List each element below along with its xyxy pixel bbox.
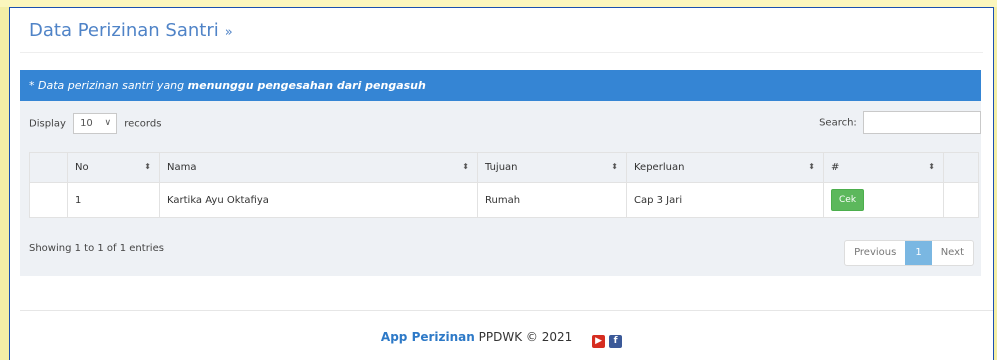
sort-icon: ⬍ [928, 162, 935, 171]
title-divider [20, 52, 983, 53]
column-header-nama[interactable]: Nama ⬍ [159, 152, 478, 183]
cell-tujuan: Rumah [477, 182, 627, 218]
sort-icon: ⬍ [611, 162, 618, 171]
cell-blank-end [943, 182, 979, 218]
column-label: # [831, 162, 840, 173]
table-header-row: No ⬍ Nama ⬍ Tujuan ⬍ Keperluan ⬍ # ⬍ [29, 152, 979, 183]
cek-button[interactable]: Cek [831, 189, 865, 211]
sort-icon: ⬍ [144, 162, 151, 171]
next-button[interactable]: Next [932, 241, 973, 265]
sort-icon: ⬍ [808, 162, 815, 171]
main-panel: Data Perizinan Santri » * Data perizinan … [9, 7, 994, 360]
column-label: Nama [167, 162, 197, 173]
youtube-icon[interactable]: ▶ [592, 335, 606, 348]
cell-keperluan: Cap 3 Jari [626, 182, 824, 218]
search-control: Search: [819, 111, 981, 134]
column-label: Tujuan [485, 162, 518, 173]
entries-info: Showing 1 to 1 of 1 entries [29, 243, 164, 254]
footer-app-link[interactable]: App Perizinan [381, 330, 475, 344]
permit-box: * Data perizinan santri yang menunggu pe… [20, 70, 981, 276]
search-label: Search: [819, 117, 857, 129]
background-band [0, 0, 997, 7]
column-header-blank-end [943, 152, 979, 183]
column-header-action[interactable]: # ⬍ [823, 152, 944, 183]
page-title-text: Data Perizinan Santri [29, 20, 219, 41]
records-label: records [124, 118, 162, 130]
chevron-down-icon: ∨ [104, 118, 112, 128]
column-label: No [75, 162, 89, 173]
page-button-current[interactable]: 1 [905, 241, 932, 265]
cell-no: 1 [67, 182, 160, 218]
column-header-no[interactable]: No ⬍ [67, 152, 160, 183]
sort-icon: ⬍ [462, 162, 469, 171]
footer-copyright: PPDWK © 2021 [474, 330, 573, 344]
box-header: * Data perizinan santri yang menunggu pe… [20, 70, 981, 101]
box-header-emphasis: menunggu pengesahan dari pengasuh [187, 79, 426, 92]
box-header-prefix: * Data perizinan santri yang [29, 79, 188, 92]
pagination: Previous 1 Next [844, 240, 974, 266]
page-title: Data Perizinan Santri » [29, 20, 233, 41]
column-header-blank [29, 152, 68, 183]
previous-button[interactable]: Previous [845, 241, 905, 265]
table-controls: Display 10 ∨ records Search: [20, 101, 981, 143]
facebook-icon[interactable]: f [609, 335, 623, 348]
search-input[interactable] [863, 111, 981, 134]
table-row: 1 Kartika Ayu Oktafiya Rumah Cap 3 Jari … [29, 182, 979, 218]
column-label: Keperluan [634, 162, 685, 173]
display-label: Display [29, 118, 66, 130]
column-header-tujuan[interactable]: Tujuan ⬍ [477, 152, 627, 183]
title-chevron-icon: » [224, 25, 233, 40]
cell-nama: Kartika Ayu Oktafiya [159, 182, 478, 218]
cell-blank [29, 182, 68, 218]
page-size-select[interactable]: 10 ∨ [73, 113, 118, 134]
page-size-control: Display 10 ∨ records [29, 113, 161, 134]
cell-action: Cek [823, 182, 944, 218]
column-header-keperluan[interactable]: Keperluan ⬍ [626, 152, 824, 183]
footer: App Perizinan PPDWK © 2021 ▶ f [10, 330, 993, 348]
page-size-value: 10 [80, 118, 93, 129]
footer-divider [20, 310, 993, 311]
permit-table: No ⬍ Nama ⬍ Tujuan ⬍ Keperluan ⬍ # ⬍ 1 Kartik… [29, 152, 979, 218]
